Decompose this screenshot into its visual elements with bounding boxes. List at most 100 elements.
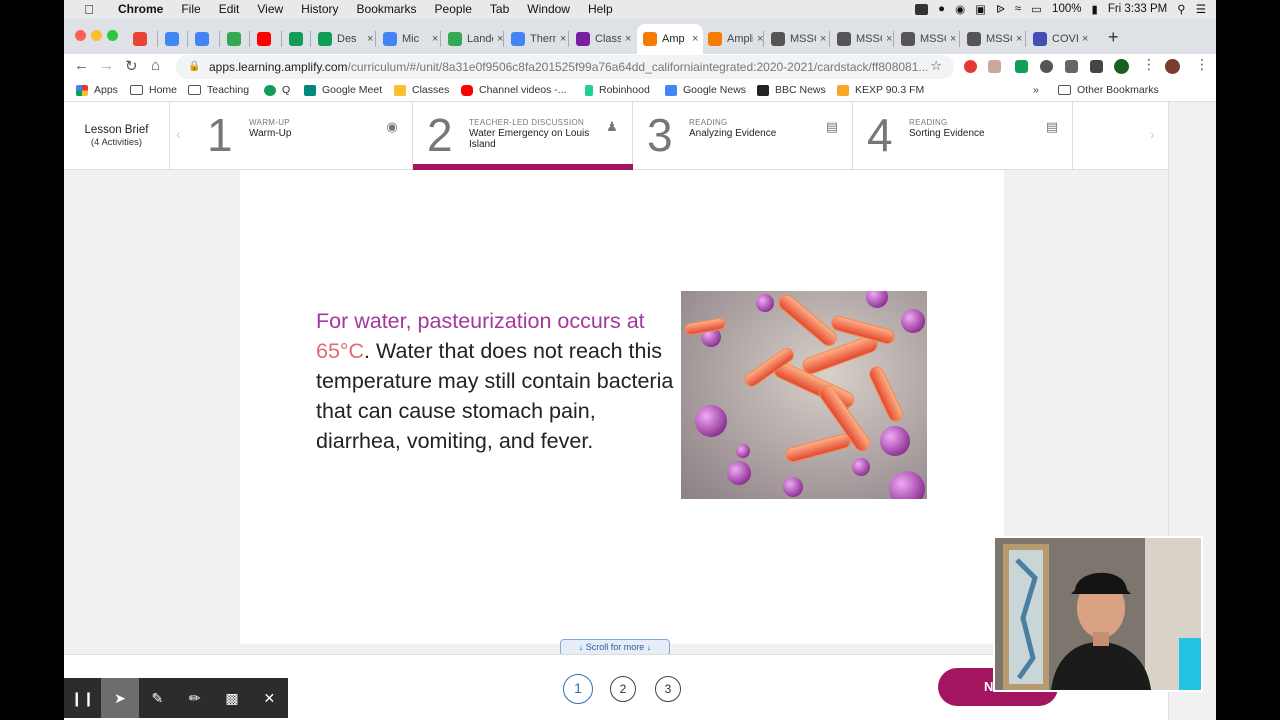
new-tab-icon[interactable]: + [1108, 27, 1119, 48]
bookmark-apps[interactable]: Apps [76, 84, 118, 96]
bookmark-robinhood[interactable]: Robinhood [585, 84, 650, 96]
menu-people[interactable]: People [435, 2, 472, 16]
menu-tab[interactable]: Tab [490, 2, 509, 16]
back-icon[interactable]: ← [74, 57, 89, 74]
bookmarks-overflow-icon[interactable]: » [1033, 84, 1039, 96]
close-icon[interactable]: ✕ [251, 678, 288, 718]
browser-tab[interactable]: MSSCL × [895, 24, 959, 54]
activity-3[interactable]: 3 READING Analyzing Evidence ▤ [633, 102, 853, 170]
pointer-icon[interactable]: ➤ [101, 678, 139, 718]
page-1-button[interactable]: 1 [563, 674, 593, 704]
browser-tab[interactable] [159, 24, 189, 54]
activity-4[interactable]: 4 READING Sorting Evidence ▤ [853, 102, 1073, 170]
extension-icon-2[interactable] [988, 60, 1001, 73]
activity-1[interactable]: 1 WARM-UP Warm-Up ◉ [193, 102, 413, 170]
page-3-button[interactable]: 3 [655, 676, 681, 702]
nav-next-icon[interactable]: › [1150, 126, 1155, 142]
minimize-window-button[interactable] [91, 30, 102, 41]
browser-tab[interactable]: MSSCL × [961, 24, 1025, 54]
media-icon[interactable] [1090, 60, 1103, 73]
bookmark-channel-videos[interactable]: Channel videos -... [461, 84, 567, 96]
bookmark-classes[interactable]: Classes [394, 84, 449, 96]
menu-bookmarks[interactable]: Bookmarks [357, 2, 417, 16]
menu-history[interactable]: History [301, 2, 338, 16]
nav-prev-icon[interactable]: ‹ [176, 126, 181, 142]
bookmark-kexp[interactable]: KEXP 90.3 FM [837, 84, 924, 96]
card-highlight-text[interactable]: For water, pasteurization occurs at [316, 309, 645, 333]
card-highlight-temperature[interactable]: 65°C [316, 339, 364, 363]
apple-icon[interactable]:  [78, 2, 100, 17]
browser-tab[interactable] [127, 24, 157, 54]
battery-icon[interactable]: ▮ [1091, 2, 1097, 16]
tab-close-icon[interactable]: × [692, 33, 698, 45]
zoom-window-button[interactable] [107, 30, 118, 41]
tab-close-icon[interactable]: × [1082, 33, 1088, 45]
bluetooth-icon[interactable]: ᐉ [996, 2, 1005, 16]
outer-menu-icon[interactable]: ⋮ [1195, 56, 1209, 73]
profile-avatar[interactable] [1114, 59, 1129, 74]
browser-tab[interactable] [283, 24, 313, 54]
account-icon[interactable]: ◉ [955, 2, 965, 16]
tab-close-icon[interactable]: × [560, 33, 566, 45]
browser-tab[interactable]: Amp × [637, 24, 703, 54]
menu-edit[interactable]: Edit [219, 2, 240, 16]
extension-icon-1[interactable] [964, 60, 977, 73]
activity-2[interactable]: 2 TEACHER-LED DISCUSSION Water Emergency… [413, 102, 633, 170]
browser-tab[interactable]: Therma × [505, 24, 569, 54]
tab-close-icon[interactable]: × [820, 33, 826, 45]
highlighter-icon[interactable]: ✏ [176, 678, 213, 718]
spotlight-icon[interactable]: ⚲ [1177, 2, 1185, 16]
browser-tab[interactable]: Amplify× [702, 24, 766, 54]
user-avatar[interactable] [1165, 59, 1180, 74]
bookmark-other[interactable]: Other Bookmarks [1058, 84, 1159, 96]
menu-help[interactable]: Help [588, 2, 613, 16]
browser-tab[interactable] [251, 24, 281, 54]
reload-icon[interactable]: ↻ [125, 57, 138, 75]
webcam-overlay[interactable] [993, 536, 1203, 692]
browser-tab[interactable]: Landed× [442, 24, 506, 54]
bookmark-home[interactable]: Home [130, 84, 177, 96]
menu-app[interactable]: Chrome [118, 2, 163, 16]
browser-tab[interactable]: MSSCL × [765, 24, 829, 54]
browser-tab[interactable]: MSSCL × [831, 24, 895, 54]
close-window-button[interactable] [75, 30, 86, 41]
record-icon[interactable]: ● [938, 3, 945, 15]
script-icon[interactable]: ▣ [975, 2, 986, 16]
pause-icon[interactable]: ❙❙ [64, 678, 101, 718]
bookmark-google-meet[interactable]: Google Meet [304, 84, 382, 96]
display-icon[interactable]: ▭ [1031, 2, 1042, 16]
bookmark-q[interactable]: Q [264, 84, 290, 96]
home-icon[interactable]: ⌂ [151, 57, 160, 74]
tab-close-icon[interactable]: × [367, 33, 373, 45]
lock-icon[interactable]: 🔒 [188, 61, 200, 73]
forward-icon[interactable]: → [99, 57, 114, 74]
menu-file[interactable]: File [181, 2, 200, 16]
clock[interactable]: Fri 3:33 PM [1108, 3, 1167, 15]
tab-close-icon[interactable]: × [1016, 33, 1022, 45]
puzzle-icon[interactable] [1065, 60, 1078, 73]
tab-close-icon[interactable]: × [432, 33, 438, 45]
extension-icon-4[interactable] [1040, 60, 1053, 73]
page-2-button[interactable]: 2 [610, 676, 636, 702]
browser-tab[interactable]: COVID × [1027, 24, 1091, 54]
camera-icon[interactable]: ▩ [213, 678, 250, 718]
sheets-extension-icon[interactable] [1015, 60, 1028, 73]
more-menu-icon[interactable]: ⋮ [1142, 56, 1156, 73]
pen-icon[interactable]: ✎ [139, 678, 176, 718]
bookmark-bbc-news[interactable]: BBC News [757, 84, 826, 96]
battery-percent[interactable]: 100% [1052, 3, 1081, 15]
menu-window[interactable]: Window [527, 2, 570, 16]
tab-close-icon[interactable]: × [886, 33, 892, 45]
browser-tab[interactable]: Classw × [570, 24, 634, 54]
tab-close-icon[interactable]: × [625, 33, 631, 45]
camera-status-icon[interactable] [915, 3, 929, 15]
wifi-icon[interactable]: ≈ [1015, 3, 1021, 15]
menu-view[interactable]: View [257, 2, 283, 16]
bookmark-star-icon[interactable]: ☆ [930, 58, 942, 74]
control-center-icon[interactable]: ☰ [1196, 2, 1206, 16]
browser-tab[interactable]: Des × [312, 24, 376, 54]
lesson-brief[interactable]: Lesson Brief (4 Activities) [64, 102, 170, 170]
bookmark-teaching[interactable]: Teaching [188, 84, 249, 96]
browser-tab[interactable] [221, 24, 251, 54]
bookmark-google-news[interactable]: Google News [665, 84, 746, 96]
